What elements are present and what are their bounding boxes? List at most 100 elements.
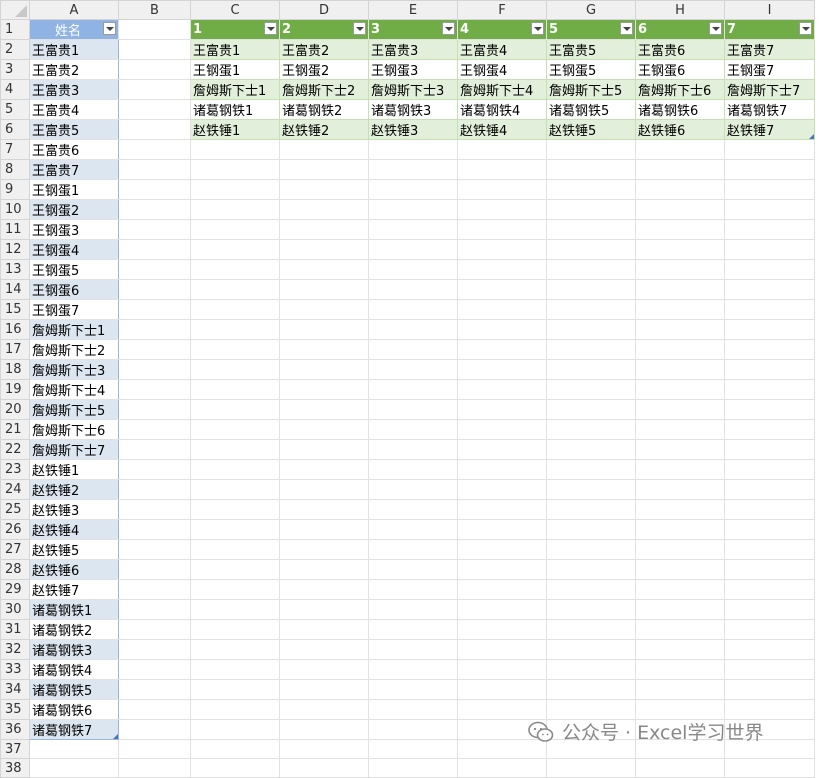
empty-cell[interactable] xyxy=(190,139,280,160)
empty-cell[interactable] xyxy=(190,259,280,280)
table-g-cell[interactable]: 王富贵4 xyxy=(457,39,547,60)
empty-cell[interactable] xyxy=(724,539,815,560)
empty-cell[interactable] xyxy=(118,319,191,340)
empty-cell[interactable] xyxy=(457,699,547,720)
empty-cell[interactable] xyxy=(118,679,191,700)
empty-cell[interactable] xyxy=(635,499,725,520)
empty-cell[interactable] xyxy=(190,199,280,220)
row-header[interactable]: 30 xyxy=(0,599,30,620)
empty-cell[interactable] xyxy=(118,539,191,560)
row-header[interactable]: 4 xyxy=(0,79,30,100)
empty-cell[interactable] xyxy=(118,479,191,500)
empty-cell[interactable] xyxy=(546,359,636,380)
row-header[interactable]: 33 xyxy=(0,659,30,680)
table-a-cell[interactable]: 诸葛钢铁6 xyxy=(29,699,119,720)
empty-cell[interactable] xyxy=(546,279,636,300)
table-g-cell[interactable]: 詹姆斯下士4 xyxy=(457,79,547,100)
empty-cell[interactable] xyxy=(635,179,725,200)
column-header-g[interactable]: G xyxy=(546,0,636,20)
empty-cell[interactable] xyxy=(368,219,458,240)
empty-cell[interactable] xyxy=(457,379,547,400)
empty-cell[interactable] xyxy=(118,499,191,520)
table-a-cell[interactable]: 王富贵4 xyxy=(29,99,119,120)
empty-cell[interactable] xyxy=(118,239,191,260)
column-header-i[interactable]: I xyxy=(724,0,815,20)
empty-cell[interactable] xyxy=(279,659,369,680)
empty-cell[interactable] xyxy=(279,459,369,480)
table-g-cell[interactable]: 诸葛钢铁3 xyxy=(368,99,458,120)
empty-cell[interactable] xyxy=(635,359,725,380)
empty-cell[interactable] xyxy=(724,379,815,400)
empty-cell[interactable] xyxy=(279,679,369,700)
empty-cell[interactable] xyxy=(457,659,547,680)
table-a-cell[interactable]: 王钢蛋2 xyxy=(29,199,119,220)
empty-cell[interactable] xyxy=(546,599,636,620)
empty-cell[interactable] xyxy=(118,739,191,759)
empty-cell[interactable] xyxy=(279,739,369,759)
empty-cell[interactable] xyxy=(368,679,458,700)
table-a-cell[interactable]: 诸葛钢铁2 xyxy=(29,619,119,640)
table-a-cell[interactable]: 赵铁锤1 xyxy=(29,459,119,480)
empty-cell[interactable] xyxy=(279,758,369,778)
empty-cell[interactable] xyxy=(279,179,369,200)
empty-cell[interactable] xyxy=(635,479,725,500)
empty-cell[interactable] xyxy=(190,159,280,180)
empty-cell[interactable] xyxy=(368,519,458,540)
empty-cell[interactable] xyxy=(724,579,815,600)
table-a-cell[interactable]: 詹姆斯下士2 xyxy=(29,339,119,360)
table-g-cell[interactable]: 詹姆斯下士6 xyxy=(635,79,725,100)
table-a-cell[interactable]: 詹姆斯下士1 xyxy=(29,319,119,340)
empty-cell[interactable] xyxy=(457,159,547,180)
empty-cell[interactable] xyxy=(368,399,458,420)
empty-cell[interactable] xyxy=(118,419,191,440)
row-header[interactable]: 35 xyxy=(0,699,30,720)
empty-cell[interactable] xyxy=(724,639,815,660)
empty-cell[interactable] xyxy=(546,379,636,400)
empty-cell[interactable] xyxy=(368,539,458,560)
empty-cell[interactable] xyxy=(724,599,815,620)
empty-cell[interactable] xyxy=(635,599,725,620)
table-a-cell[interactable]: 詹姆斯下士6 xyxy=(29,419,119,440)
empty-cell[interactable] xyxy=(190,659,280,680)
empty-cell[interactable] xyxy=(635,239,725,260)
select-all-corner[interactable] xyxy=(0,0,30,20)
row-header[interactable]: 38 xyxy=(0,758,30,778)
empty-cell[interactable] xyxy=(190,179,280,200)
filter-dropdown-icon[interactable] xyxy=(620,22,633,35)
empty-cell[interactable] xyxy=(118,159,191,180)
empty-cell[interactable] xyxy=(118,339,191,360)
empty-cell[interactable] xyxy=(368,639,458,660)
empty-cell[interactable] xyxy=(457,579,547,600)
empty-cell[interactable] xyxy=(118,19,191,40)
empty-cell[interactable] xyxy=(29,758,119,778)
empty-cell[interactable] xyxy=(546,339,636,360)
empty-cell[interactable] xyxy=(635,419,725,440)
empty-cell[interactable] xyxy=(546,459,636,480)
empty-cell[interactable] xyxy=(546,559,636,580)
empty-cell[interactable] xyxy=(118,139,191,160)
table-g-header-cell[interactable]: 1 xyxy=(190,19,280,40)
empty-cell[interactable] xyxy=(118,719,191,740)
empty-cell[interactable] xyxy=(368,139,458,160)
empty-cell[interactable] xyxy=(457,479,547,500)
row-header[interactable]: 1 xyxy=(0,19,30,40)
empty-cell[interactable] xyxy=(190,699,280,720)
empty-cell[interactable] xyxy=(279,559,369,580)
empty-cell[interactable] xyxy=(546,659,636,680)
table-g-cell[interactable]: 王富贵7 xyxy=(724,39,815,60)
empty-cell[interactable] xyxy=(457,279,547,300)
empty-cell[interactable] xyxy=(368,439,458,460)
row-header[interactable]: 8 xyxy=(0,159,30,180)
empty-cell[interactable] xyxy=(279,259,369,280)
empty-cell[interactable] xyxy=(457,459,547,480)
table-g-cell[interactable]: 王富贵2 xyxy=(279,39,369,60)
empty-cell[interactable] xyxy=(118,619,191,640)
empty-cell[interactable] xyxy=(118,179,191,200)
empty-cell[interactable] xyxy=(368,159,458,180)
table-g-cell[interactable]: 诸葛钢铁4 xyxy=(457,99,547,120)
table-a-cell[interactable]: 诸葛钢铁4 xyxy=(29,659,119,680)
empty-cell[interactable] xyxy=(118,439,191,460)
table-g-header-cell[interactable]: 4 xyxy=(457,19,547,40)
filter-dropdown-icon[interactable] xyxy=(799,22,812,35)
table-g-header-cell[interactable]: 6 xyxy=(635,19,725,40)
